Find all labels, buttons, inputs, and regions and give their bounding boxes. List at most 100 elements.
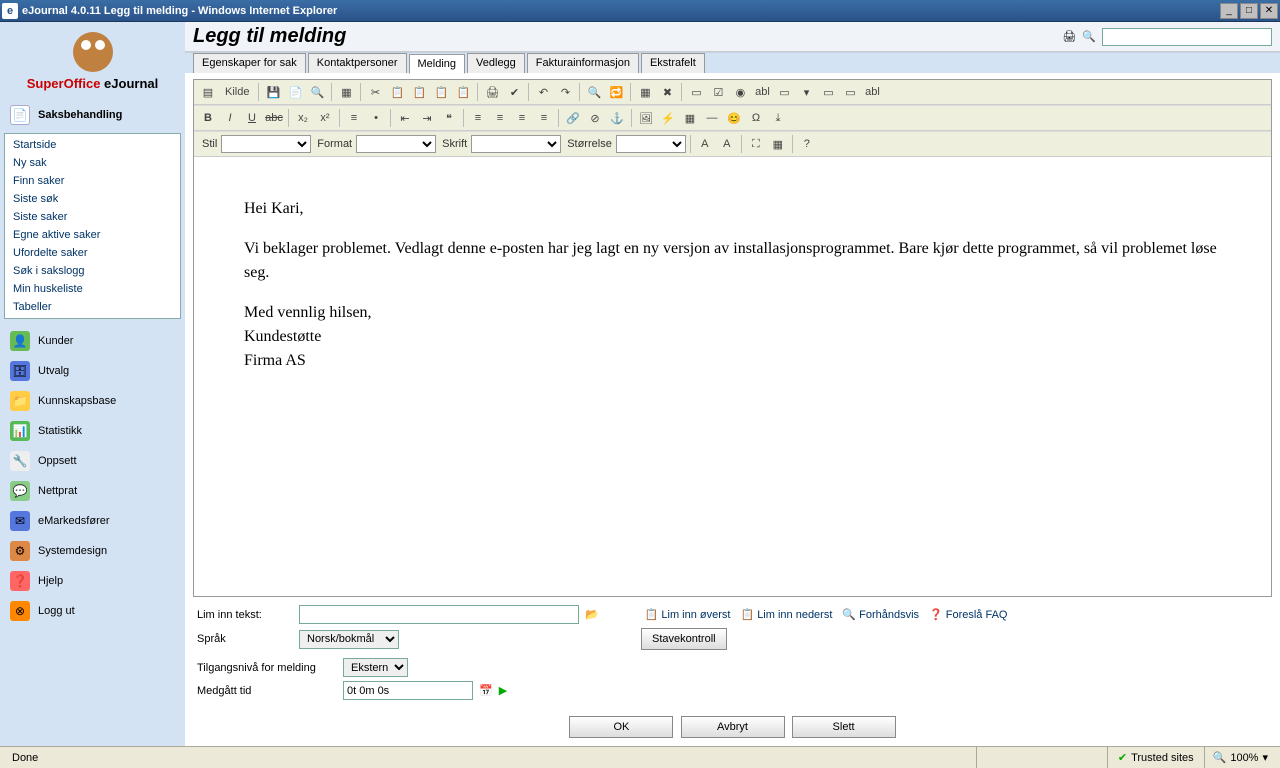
tab-melding[interactable]: Melding	[409, 54, 466, 74]
tab-egenskaper[interactable]: Egenskaper for sak	[193, 53, 306, 73]
access-select[interactable]: Ekstern	[343, 658, 408, 677]
time-input[interactable]	[343, 681, 473, 700]
underline-icon[interactable]: U	[242, 108, 262, 128]
align-right-icon[interactable]: ≡	[512, 108, 532, 128]
print-icon[interactable]: 🖨	[482, 82, 502, 102]
hr-icon[interactable]: —	[702, 108, 722, 128]
sub-ufordelte[interactable]: Ufordelte saker	[5, 244, 180, 262]
nav-hjelp[interactable]: ❓ Hjelp	[4, 567, 181, 595]
suggest-faq-link[interactable]: ❓ Foreslå FAQ	[929, 608, 1007, 621]
size-select[interactable]	[616, 135, 686, 153]
tab-vedlegg[interactable]: Vedlegg	[467, 53, 525, 73]
outdent-icon[interactable]: ⇤	[395, 108, 415, 128]
show-blocks-icon[interactable]: ▦	[768, 134, 788, 154]
page-break-icon[interactable]: ⤓	[768, 108, 788, 128]
source-button[interactable]: Kilde	[220, 82, 254, 102]
sub-siste-sok[interactable]: Siste søk	[5, 190, 180, 208]
nav-logg-ut[interactable]: ⊗ Logg ut	[4, 597, 181, 625]
link-icon[interactable]: 🔗	[563, 108, 583, 128]
select-all-icon[interactable]: ▦	[635, 82, 655, 102]
flash-icon[interactable]: ⚡	[658, 108, 678, 128]
indent-icon[interactable]: ⇥	[417, 108, 437, 128]
print-icon[interactable]: 🖨	[1062, 30, 1076, 43]
textarea-icon[interactable]: ▭	[774, 82, 794, 102]
replace-icon[interactable]: 🔁	[606, 82, 626, 102]
save-icon[interactable]: 💾	[263, 82, 283, 102]
sub-ny-sak[interactable]: Ny sak	[5, 154, 180, 172]
image-button-icon[interactable]: ▭	[840, 82, 860, 102]
paste-icon[interactable]: 📋	[409, 82, 429, 102]
nav-saksbehandling[interactable]: 📄 Saksbehandling	[4, 101, 181, 129]
italic-icon[interactable]: I	[220, 108, 240, 128]
tab-kontaktpersoner[interactable]: Kontaktpersoner	[308, 53, 407, 73]
paste-top-link[interactable]: 📋 Lim inn øverst	[645, 608, 731, 621]
tab-fakturainfo[interactable]: Fakturainformasjon	[527, 53, 639, 73]
ordered-list-icon[interactable]: ≡	[344, 108, 364, 128]
paste-bottom-link[interactable]: 📋 Lim inn nederst	[740, 608, 832, 621]
special-char-icon[interactable]: Ω	[746, 108, 766, 128]
new-page-icon[interactable]: 📄	[285, 82, 305, 102]
preview-link[interactable]: 🔍 Forhåndsvis	[842, 608, 919, 621]
sub-sok-sakslogg[interactable]: Søk i sakslogg	[5, 262, 180, 280]
maximize-button[interactable]: □	[1240, 3, 1258, 19]
nav-kunnskapsbase[interactable]: 📁 Kunnskapsbase	[4, 387, 181, 415]
blockquote-icon[interactable]: ❝	[439, 108, 459, 128]
radio-icon[interactable]: ◉	[730, 82, 750, 102]
align-left-icon[interactable]: ≡	[468, 108, 488, 128]
preview-icon[interactable]: 🔍	[307, 82, 327, 102]
toggle-toolbar-icon[interactable]: ▤	[198, 82, 218, 102]
align-center-icon[interactable]: ≡	[490, 108, 510, 128]
editor-content[interactable]: Hei Kari, Vi beklager problemet. Vedlagt…	[194, 157, 1271, 596]
bg-color-icon[interactable]: A	[717, 134, 737, 154]
status-zoom[interactable]: 🔍 100% ▾	[1204, 747, 1276, 768]
sub-tabeller[interactable]: Tabeller	[5, 298, 180, 316]
style-select[interactable]	[221, 135, 311, 153]
sub-siste-saker[interactable]: Siste saker	[5, 208, 180, 226]
strike-icon[interactable]: abc	[264, 108, 284, 128]
format-select[interactable]	[356, 135, 436, 153]
spellcheck-icon[interactable]: ✔	[504, 82, 524, 102]
redo-icon[interactable]: ↷	[555, 82, 575, 102]
spellcheck-button[interactable]: Stavekontroll	[641, 628, 727, 650]
sub-huskeliste[interactable]: Min huskeliste	[5, 280, 180, 298]
superscript-icon[interactable]: x²	[315, 108, 335, 128]
calendar-icon[interactable]: 📅	[479, 684, 493, 697]
sub-egne-aktive[interactable]: Egne aktive saker	[5, 226, 180, 244]
play-icon[interactable]: ▶	[499, 684, 507, 697]
align-justify-icon[interactable]: ≡	[534, 108, 554, 128]
smiley-icon[interactable]: 😊	[724, 108, 744, 128]
undo-icon[interactable]: ↶	[533, 82, 553, 102]
table-icon[interactable]: ▦	[680, 108, 700, 128]
font-select[interactable]	[471, 135, 561, 153]
about-icon[interactable]: ?	[797, 134, 817, 154]
nav-oppsett[interactable]: 🔧 Oppsett	[4, 447, 181, 475]
close-button[interactable]: ✕	[1260, 3, 1278, 19]
nav-kunder[interactable]: 👤 Kunder	[4, 327, 181, 355]
subscript-icon[interactable]: x₂	[293, 108, 313, 128]
cut-icon[interactable]: ✂	[365, 82, 385, 102]
nav-utvalg[interactable]: 🗄 Utvalg	[4, 357, 181, 385]
unlink-icon[interactable]: ⊘	[585, 108, 605, 128]
sub-startside[interactable]: Startside	[5, 136, 180, 154]
checkbox-icon[interactable]: ☑	[708, 82, 728, 102]
language-select[interactable]: Norsk/bokmål	[299, 630, 399, 649]
remove-format-icon[interactable]: ✖	[657, 82, 677, 102]
search-icon[interactable]: 🔍	[1082, 30, 1096, 43]
header-search-input[interactable]	[1102, 28, 1272, 46]
bold-icon[interactable]: B	[198, 108, 218, 128]
paste-text-input[interactable]	[299, 605, 579, 624]
ok-button[interactable]: OK	[569, 716, 673, 738]
maximize-editor-icon[interactable]: ⛶	[746, 134, 766, 154]
paste-text-icon[interactable]: 📋	[431, 82, 451, 102]
delete-button[interactable]: Slett	[792, 716, 896, 738]
minimize-button[interactable]: _	[1220, 3, 1238, 19]
nav-systemdesign[interactable]: ⚙ Systemdesign	[4, 537, 181, 565]
form-icon[interactable]: ▭	[686, 82, 706, 102]
tab-ekstrafelt[interactable]: Ekstrafelt	[641, 53, 705, 73]
hidden-field-icon[interactable]: abl	[862, 82, 882, 102]
image-icon[interactable]: 🖼	[636, 108, 656, 128]
template-icon[interactable]: ▦	[336, 82, 356, 102]
cancel-button[interactable]: Avbryt	[681, 716, 785, 738]
folder-open-icon[interactable]: 📂	[585, 608, 599, 621]
text-color-icon[interactable]: A	[695, 134, 715, 154]
